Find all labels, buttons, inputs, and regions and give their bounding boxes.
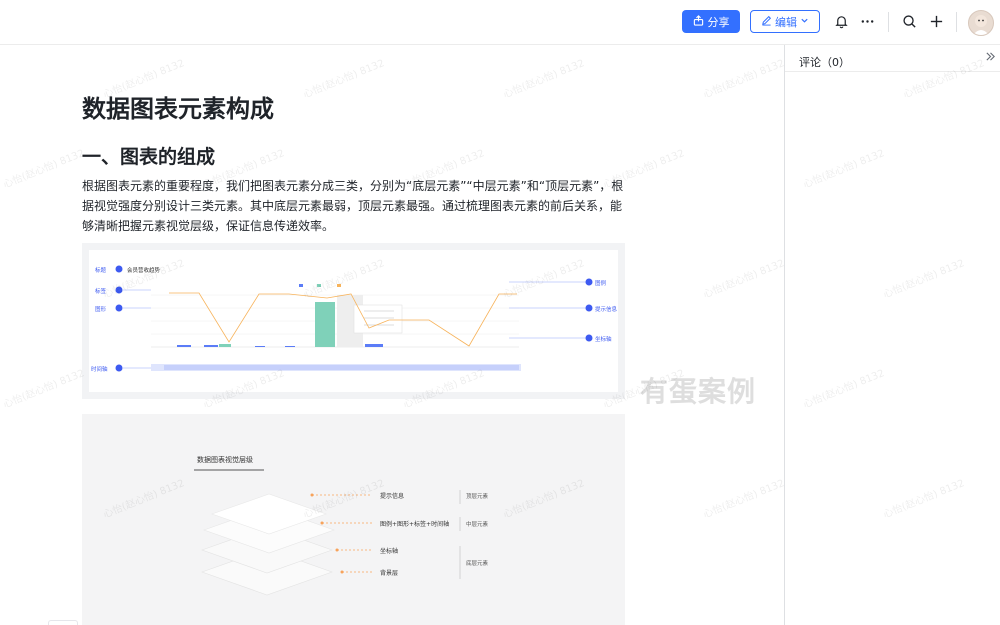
edit-label: 编辑	[775, 15, 797, 29]
hierarchy-illustration: 数据图表视觉层级 提示信息 图例+图形+标签+时间轴 坐标轴 背景层 顶层元素 …	[194, 455, 489, 596]
pencil-icon	[761, 15, 772, 29]
comments-title: 评论（0）	[799, 56, 850, 69]
fig1-chart-title: 会员营收趋势	[127, 266, 161, 274]
fig2-group-0: 顶层元素	[466, 492, 489, 500]
chart-illustration: 标题 标签 图形 时间轴 会员营收趋势 图例 提示信息 坐标轴	[91, 265, 618, 373]
chart-elements-image[interactable]: 标题 标签 图形 时间轴 会员营收趋势 图例 提示信息 坐标轴	[82, 243, 625, 399]
share-icon	[693, 14, 704, 29]
fig2-layer-3: 背景层	[380, 569, 398, 577]
page-title: 数据图表元素构成	[82, 95, 274, 123]
fig1-right-label-1: 提示信息	[595, 305, 618, 313]
chevron-down-icon	[800, 15, 809, 28]
panel-divider	[785, 71, 1000, 72]
toolbar-divider	[956, 12, 957, 32]
search-icon[interactable]	[900, 12, 918, 30]
share-label: 分享	[707, 15, 730, 29]
share-button[interactable]: 分享	[682, 10, 740, 33]
chart-elements-canvas: 标题 标签 图形 时间轴 会员营收趋势 图例 提示信息 坐标轴	[89, 250, 618, 392]
collapse-panel-icon[interactable]	[985, 51, 996, 66]
avatar[interactable]	[968, 10, 994, 36]
fig2-group-2: 底层元素	[466, 559, 489, 567]
fig2-layer-2: 坐标轴	[380, 547, 398, 555]
bell-icon[interactable]	[832, 12, 850, 30]
corner-widget[interactable]	[48, 620, 78, 625]
comments-panel: 评论（0）	[784, 45, 1000, 625]
fig2-title: 数据图表视觉层级	[197, 455, 253, 464]
more-icon[interactable]	[858, 12, 876, 30]
fig1-right-label-0: 图例	[595, 279, 607, 287]
plus-icon[interactable]	[927, 12, 945, 30]
fig1-left-label-3: 时间轴	[91, 365, 108, 373]
fig2-layer-1: 图例+图形+标签+时间轴	[380, 520, 449, 528]
section-heading: 一、图表的组成	[82, 146, 216, 168]
toolbar-divider	[888, 12, 889, 32]
fig2-group-1: 中层元素	[466, 520, 489, 528]
fig1-right-label-2: 坐标轴	[595, 335, 612, 343]
fig1-left-label-0: 标题	[95, 266, 107, 274]
fig1-left-label-1: 标签	[95, 287, 107, 295]
fig1-left-label-2: 图形	[95, 305, 107, 313]
top-toolbar: 分享 编辑	[0, 0, 1000, 45]
visual-hierarchy-image[interactable]: 数据图表视觉层级 提示信息 图例+图形+标签+时间轴 坐标轴 背景层 顶层元素 …	[82, 414, 625, 625]
paragraph: 根据图表元素的重要程度，我们把图表元素分成三类，分别为“底层元素”“中层元素”和…	[82, 179, 624, 233]
document-body: 数据图表元素构成 一、图表的组成 根据图表元素的重要程度，我们把图表元素分成三类…	[0, 45, 784, 625]
fig2-layer-0: 提示信息	[380, 492, 404, 500]
overlay-watermark-text: 有蛋案例	[640, 375, 757, 408]
edit-button[interactable]: 编辑	[750, 10, 820, 33]
